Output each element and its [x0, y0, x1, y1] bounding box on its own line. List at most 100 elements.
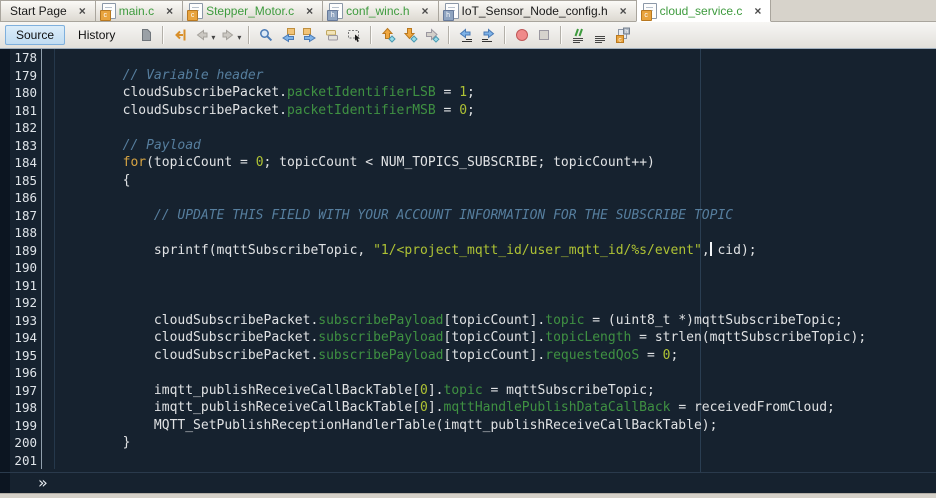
fold-margin [42, 206, 55, 224]
fold-margin [42, 241, 55, 259]
code-line[interactable]: 199 MQTT_SetPublishReceptionHandlerTable… [0, 416, 936, 434]
history-view-button[interactable]: History [67, 25, 126, 45]
code-line[interactable]: 197 imqtt_publishReceiveCallBackTable[0]… [0, 381, 936, 399]
line-number: 196 [0, 364, 42, 382]
code-line[interactable]: 194 cloudSubscribePacket.subscribePayloa… [0, 329, 936, 347]
code-line[interactable]: 181 cloudSubscribePacket.packetIdentifie… [0, 101, 936, 119]
shift-line-right-icon[interactable] [478, 25, 498, 45]
close-tab-icon[interactable]: × [164, 5, 175, 17]
previous-bookmark-icon[interactable] [378, 25, 398, 45]
fold-margin [42, 189, 55, 207]
shift-line-left-icon[interactable] [456, 25, 476, 45]
next-bookmark-icon[interactable] [400, 25, 420, 45]
line-number: 195 [0, 346, 42, 364]
line-number: 199 [0, 416, 42, 434]
code-line[interactable]: 183 // Payload [0, 136, 936, 154]
editor-toolbar: Source History ▾ ▾ h c [0, 22, 936, 49]
start-macro-recording-icon[interactable] [512, 25, 532, 45]
toolbar-separator [504, 26, 507, 44]
fold-margin [42, 84, 55, 102]
stop-macro-recording-icon[interactable] [534, 25, 554, 45]
format-icon[interactable] [136, 25, 156, 45]
comment-icon[interactable] [568, 25, 588, 45]
find-previous-icon[interactable] [278, 25, 298, 45]
code-line[interactable]: 191 [0, 276, 936, 295]
code-line[interactable]: 179 // Variable header [0, 66, 936, 84]
close-tab-icon[interactable]: × [752, 5, 763, 17]
code-line[interactable]: 196 [0, 364, 936, 382]
forward-dropdown-icon[interactable]: ▾ [237, 33, 241, 42]
tab-label: main.c [118, 4, 155, 18]
back-dropdown-icon[interactable]: ▾ [211, 33, 215, 42]
fold-margin [42, 451, 55, 469]
fold-margin [42, 154, 55, 172]
code-editor[interactable]: 178 179 // Variable header 180 cloudSubscr… [0, 49, 936, 472]
fold-margin [42, 381, 55, 399]
code-line[interactable]: 184 for(topicCount = 0; topicCount < NUM… [0, 154, 936, 172]
tab-label: cloud_service.c [659, 3, 743, 18]
code-line[interactable]: 192 [0, 294, 936, 312]
code-line[interactable]: 200 } [0, 434, 936, 452]
code-text: // Payload [60, 137, 201, 153]
fold-margin [42, 136, 55, 154]
code-line[interactable]: 182 [0, 119, 936, 137]
editor-tab-conf-winc-h[interactable]: h conf_winc.h × [322, 0, 439, 21]
close-tab-icon[interactable]: × [420, 5, 431, 17]
line-number: 192 [0, 294, 42, 312]
breadcrumb-expand-icon[interactable]: » [38, 475, 48, 491]
rectangular-selection-icon[interactable] [344, 25, 364, 45]
toggle-header-source-icon[interactable]: hc [612, 25, 632, 45]
toolbar-separator [370, 26, 373, 44]
code-line[interactable]: 187 // UPDATE THIS FIELD WITH YOUR ACCOU… [0, 206, 936, 224]
find-next-icon[interactable] [300, 25, 320, 45]
editor-tab-start-page[interactable]: Start Page × [0, 0, 96, 21]
line-number: 179 [0, 66, 42, 84]
code-text: imqtt_publishReceiveCallBackTable[0].mqt… [60, 400, 835, 415]
close-tab-icon[interactable]: × [304, 5, 315, 17]
code-line[interactable]: 185 { [0, 171, 936, 189]
code-line[interactable]: 201 [0, 451, 936, 469]
code-line[interactable]: 188 [0, 224, 936, 242]
tab-label: conf_winc.h [346, 4, 410, 18]
tab-label: IoT_Sensor_Node_config.h [461, 4, 608, 18]
editor-tab-stepper-motor-c[interactable]: c Stepper_Motor.c × [182, 0, 324, 21]
code-line[interactable]: 178 [0, 49, 936, 67]
toggle-bookmark-icon[interactable] [422, 25, 442, 45]
close-tab-icon[interactable]: × [77, 5, 88, 17]
code-line[interactable]: 195 cloudSubscribePacket.subscribePayloa… [0, 346, 936, 364]
toolbar-separator [248, 26, 251, 44]
file-h-icon: h [442, 3, 459, 21]
code-line[interactable]: 193 cloudSubscribePacket.subscribePayloa… [0, 311, 936, 329]
find-selection-icon[interactable] [256, 25, 276, 45]
code-line[interactable]: 189 sprintf(mqttSubscribeTopic, "1/<proj… [0, 241, 936, 259]
code-line[interactable]: 198 imqtt_publishReceiveCallBackTable[0]… [0, 399, 936, 417]
code-text: } [60, 435, 131, 450]
back-icon[interactable] [192, 25, 212, 45]
code-line[interactable]: 180 cloudSubscribePacket.packetIdentifie… [0, 84, 936, 102]
fold-margin [42, 416, 55, 434]
code-line[interactable]: 190 [0, 259, 936, 277]
line-number: 185 [0, 171, 42, 189]
file-c-icon: c [99, 3, 116, 21]
last-edit-location-icon[interactable] [170, 25, 190, 45]
code-text: MQTT_SetPublishReceptionHandlerTable(imq… [60, 417, 718, 433]
toggle-highlight-search-icon[interactable] [322, 25, 342, 45]
editor-tab-iot-sensor-node-config-h[interactable]: h IoT_Sensor_Node_config.h × [437, 0, 637, 21]
code-line[interactable]: 186 [0, 189, 936, 207]
line-number: 181 [0, 101, 42, 119]
window-bottom-edge [0, 493, 936, 498]
fold-margin [42, 329, 55, 347]
fold-margin [42, 294, 55, 312]
close-tab-icon[interactable]: × [618, 5, 629, 17]
uncomment-icon[interactable] [590, 25, 610, 45]
editor-tab-main-c[interactable]: c main.c × [94, 0, 184, 21]
editor-tab-cloud-service-c[interactable]: c cloud_service.c × [635, 0, 772, 22]
fold-margin [42, 224, 55, 242]
source-view-button[interactable]: Source [5, 25, 66, 45]
ide-window: Start Page × c main.c × c Stepper_Motor.c × h con… [0, 0, 936, 498]
forward-icon[interactable] [218, 25, 238, 45]
